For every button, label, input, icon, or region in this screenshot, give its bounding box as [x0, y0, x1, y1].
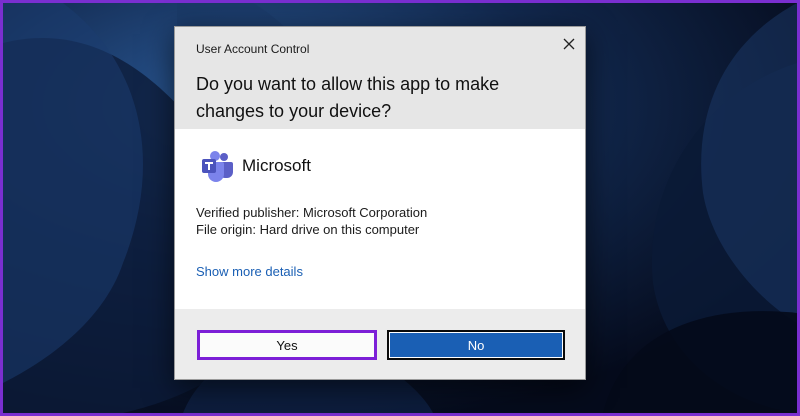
dialog-footer: Yes No — [175, 309, 585, 379]
dialog-header: User Account Control Do you want to allo… — [175, 27, 585, 129]
show-more-details-link[interactable]: Show more details — [196, 264, 303, 279]
uac-dialog: User Account Control Do you want to allo… — [174, 26, 586, 380]
no-button[interactable]: No — [387, 330, 565, 360]
dialog-title: User Account Control — [196, 42, 310, 56]
teams-logo-icon — [202, 151, 233, 182]
file-origin: File origin: Hard drive on this computer — [196, 222, 420, 237]
dialog-question: Do you want to allow this app to make ch… — [196, 74, 500, 121]
verified-publisher: Verified publisher: Microsoft Corporatio… — [196, 205, 428, 220]
app-name: Microsoft — [242, 156, 311, 175]
close-button[interactable] — [559, 34, 579, 54]
app-info: Microsoft — [200, 149, 311, 183]
yes-button[interactable]: Yes — [197, 330, 377, 360]
close-icon — [563, 38, 575, 50]
